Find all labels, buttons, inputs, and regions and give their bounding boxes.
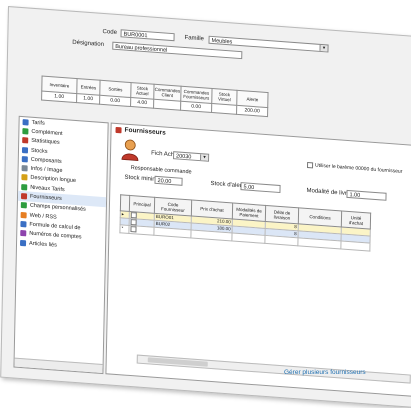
unite-cell[interactable] <box>340 241 371 251</box>
chevron-down-icon[interactable]: ▾ <box>200 154 209 161</box>
stock-header: Entrées <box>76 78 101 96</box>
sidebar-item-label: Stocks <box>30 147 48 155</box>
famille-label: Famille <box>184 34 204 43</box>
modalite-cell[interactable] <box>231 233 266 243</box>
screenshot-stage: Code BUR0001 Famille Meubles ▾ Désignati… <box>0 0 411 408</box>
tag-icon <box>22 118 29 126</box>
stock-summary-table: Inventaire Entrées Sorties Stock Actuel … <box>41 75 269 117</box>
use-supplier-scale-label: Utiliser le barème 00000 du fournisseur <box>315 162 403 175</box>
image-icon <box>21 165 28 172</box>
link-icon <box>20 239 27 246</box>
sidebar-item-label: Web / RSS <box>29 212 57 221</box>
sidebar-item-label: Articles liés <box>28 240 57 249</box>
principal-checkbox[interactable] <box>130 219 137 226</box>
use-supplier-scale-checkbox[interactable] <box>307 161 314 169</box>
sidebar-item-label: Statistiques <box>31 137 60 147</box>
fournisseurs-panel: Fournisseurs Fich Achat 20030 ▾ Utiliser… <box>105 122 411 398</box>
supplier-icon <box>20 193 28 200</box>
stock-value: 0.00 <box>99 95 131 107</box>
rss-icon <box>20 211 27 219</box>
stock-value: 200.00 <box>236 105 268 117</box>
stock-minimum-value: 20.00 <box>157 178 172 186</box>
stock-value <box>211 103 237 115</box>
principal-checkbox[interactable] <box>130 212 137 219</box>
caption-text: Gérer plusieurs fournisseurs <box>284 369 366 376</box>
box-icon <box>21 146 29 154</box>
code-value: BUR0001 <box>123 31 148 40</box>
levels-icon <box>21 183 28 191</box>
designation-value: Bureau professionnel <box>115 43 168 54</box>
section-title: Fournisseurs <box>124 126 166 137</box>
grid-header[interactable]: Principal <box>129 195 155 214</box>
components-icon <box>21 155 28 163</box>
chart-icon <box>22 137 29 144</box>
code-field[interactable]: BUR0001 <box>120 29 175 42</box>
grid-horizontal-scrollbar[interactable] <box>136 354 411 384</box>
row-selector[interactable]: * <box>119 225 130 233</box>
designation-label: Désignation <box>72 39 105 49</box>
stock-alerte-value: 5.00 <box>243 184 255 192</box>
fields-icon <box>20 202 27 209</box>
stock-value: 0.00 <box>180 101 212 113</box>
plus-icon <box>22 128 29 135</box>
stock-alerte-field[interactable]: 5.00 <box>240 182 281 194</box>
code-cell[interactable] <box>153 227 192 238</box>
stock-value <box>153 99 181 111</box>
chevron-down-icon[interactable]: ▾ <box>319 44 328 52</box>
suppliers-grid: Principal Code Fournisseur Prix d'achat … <box>119 194 371 251</box>
code-label: Code <box>102 28 117 36</box>
stock-minimum-field[interactable]: 20.00 <box>154 175 183 186</box>
delai-field[interactable]: 1.00 <box>346 189 387 201</box>
fiche-achat-value: 20030 <box>176 153 192 161</box>
supplier-icon <box>115 126 122 133</box>
document-icon <box>21 174 28 181</box>
accounts-icon <box>20 230 27 237</box>
fiche-achat-combo[interactable]: 20030 ▾ <box>173 151 210 162</box>
stock-value: 4.00 <box>130 97 154 109</box>
sidebar: Tarifs Complément Statistiques Stocks Co… <box>13 115 109 375</box>
scrollbar-thumb[interactable] <box>147 357 208 367</box>
stock-value: 1.00 <box>76 93 100 105</box>
grid-header <box>120 194 130 212</box>
formula-icon <box>20 220 27 228</box>
delai-value: 1.00 <box>349 192 361 199</box>
sidebar-horizontal-scrollbar[interactable] <box>14 357 103 374</box>
sidebar-item-label: Tarifs <box>31 119 45 127</box>
stock-header: Stock Actuel <box>130 82 155 100</box>
responsable-label: Responsable commande <box>130 165 192 176</box>
section-header: Fournisseurs <box>115 126 166 137</box>
principal-checkbox[interactable] <box>130 226 137 233</box>
stock-value: 1.00 <box>41 90 77 103</box>
famille-value: Meubles <box>211 37 233 46</box>
person-icon <box>121 139 139 161</box>
principal-cell[interactable] <box>128 225 155 235</box>
article-window: Code BUR0001 Famille Meubles ▾ Désignati… <box>0 6 411 408</box>
